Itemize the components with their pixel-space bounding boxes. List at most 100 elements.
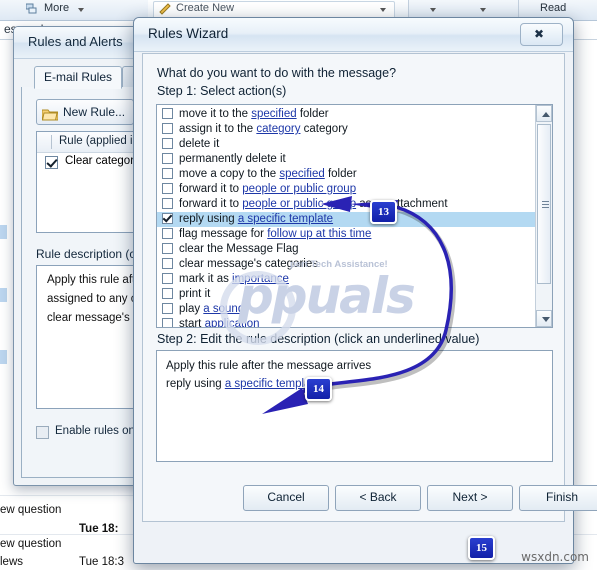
action-label: delete it [179, 137, 219, 152]
action-checkbox[interactable] [162, 123, 173, 134]
action-row[interactable]: forward it to people or public group [157, 182, 535, 197]
sidebar-tab-3[interactable] [0, 350, 7, 364]
actions-listbox[interactable]: move it to the specified folder assign it… [156, 104, 553, 328]
action-row[interactable]: reply using a specific template [157, 212, 535, 227]
rules-wizard-panel: What do you want to do with the message?… [142, 53, 597, 522]
action-link[interactable]: follow up at this time [267, 228, 371, 240]
cancel-button[interactable]: Cancel [243, 485, 329, 511]
action-link[interactable]: people or public group [242, 183, 356, 195]
close-button[interactable]: ✖ [520, 23, 563, 46]
new-rule-button[interactable]: New Rule... [36, 99, 135, 125]
action-row[interactable]: play a sound [157, 302, 535, 317]
action-label: move it to the specified folder [179, 107, 329, 122]
finish-button[interactable]: Finish [519, 485, 597, 511]
rule-checkbox[interactable] [45, 156, 58, 169]
misc-chevron-down-icon-1[interactable] [430, 8, 436, 12]
action-checkbox[interactable] [162, 108, 173, 119]
action-link[interactable]: application [205, 318, 260, 327]
mail-row[interactable]: ew question [0, 504, 61, 516]
rule-description-line: assigned to any ca [47, 293, 143, 305]
action-checkbox[interactable] [162, 243, 173, 254]
action-row[interactable]: move it to the specified folder [157, 107, 535, 122]
action-checkbox[interactable] [162, 228, 173, 239]
create-new-chevron-down-icon[interactable] [380, 8, 386, 12]
misc-chevron-down-icon-2[interactable] [480, 8, 486, 12]
sidebar-tab-1[interactable] [0, 225, 7, 239]
action-checkbox[interactable] [162, 153, 173, 164]
action-row[interactable]: start application [157, 317, 535, 327]
action-link[interactable]: category [256, 123, 300, 135]
rule-description-line: Apply this rule afte [47, 274, 142, 286]
mail-row[interactable]: lews [0, 556, 23, 568]
rule-description-editor[interactable]: Apply this rule after the message arrive… [156, 350, 553, 462]
scroll-down-button[interactable] [536, 310, 552, 327]
mail-row-time: Tue 18:3 [79, 556, 124, 568]
action-checkbox[interactable] [162, 303, 173, 314]
rules-wizard-dialog[interactable]: Rules Wizard ✖ What do you want to do wi… [133, 17, 597, 564]
action-label: forward it to people or public group as … [179, 197, 448, 212]
back-button[interactable]: < Back [335, 485, 421, 511]
action-checkbox[interactable] [162, 288, 173, 299]
annotation-badge-13: 13 [370, 200, 397, 224]
create-new-icon [159, 3, 171, 15]
action-checkbox[interactable] [162, 168, 173, 179]
action-checkbox[interactable] [162, 258, 173, 269]
action-link[interactable]: specified [279, 168, 324, 180]
next-button[interactable]: Next > [427, 485, 513, 511]
action-row[interactable]: clear the Message Flag [157, 242, 535, 257]
action-label: assign it to the category category [179, 122, 348, 137]
ribbon-read-label[interactable]: Read [540, 2, 566, 14]
action-label: forward it to people or public group [179, 182, 356, 197]
action-link[interactable]: a specific template [238, 213, 333, 225]
enable-rules-option[interactable]: Enable rules on a [36, 425, 145, 439]
action-text: clear the Message Flag [179, 243, 299, 255]
folder-icon [41, 105, 59, 121]
action-checkbox[interactable] [162, 213, 173, 224]
mail-row[interactable]: ew question [0, 538, 61, 550]
action-link[interactable]: specified [251, 108, 296, 120]
action-link[interactable]: a sound [203, 303, 244, 315]
action-checkbox[interactable] [162, 198, 173, 209]
action-text: category [300, 123, 348, 135]
rules-and-alerts-title: Rules and Alerts [28, 34, 123, 49]
action-checkbox[interactable] [162, 138, 173, 149]
ribbon-more-label[interactable]: More [44, 2, 69, 14]
close-icon: ✖ [534, 27, 545, 41]
action-link[interactable]: people or public group [242, 198, 356, 210]
scroll-up-button[interactable] [536, 105, 552, 122]
action-checkbox[interactable] [162, 273, 173, 284]
triangle-down-icon [542, 317, 550, 322]
action-row[interactable]: permanently delete it [157, 152, 535, 167]
action-row[interactable]: forward it to people or public group as … [157, 197, 535, 212]
more-icon [25, 3, 39, 15]
step1-label: Step 1: Select action(s) [157, 84, 287, 98]
action-text: folder [296, 108, 329, 120]
enable-rules-checkbox[interactable] [36, 426, 49, 439]
action-row[interactable]: mark it as importance [157, 272, 535, 287]
action-row[interactable]: delete it [157, 137, 535, 152]
action-checkbox[interactable] [162, 318, 173, 327]
wizard-question: What do you want to do with the message? [157, 66, 397, 80]
tab-email-rules[interactable]: E-mail Rules [34, 66, 123, 89]
action-row[interactable]: flag message for follow up at this time [157, 227, 535, 242]
action-text: print it [179, 288, 211, 300]
chevron-down-icon[interactable] [78, 8, 84, 12]
sidebar-tab-2[interactable] [0, 288, 7, 302]
rule-description-line: clear message's ca [47, 312, 146, 324]
action-row[interactable]: assign it to the category category [157, 122, 535, 137]
grip-icon [542, 201, 549, 208]
scrollbar-thumb[interactable] [537, 124, 551, 284]
action-checkbox[interactable] [162, 183, 173, 194]
action-text: play [179, 303, 204, 315]
ribbon-create-new-label[interactable]: Create New [176, 2, 234, 14]
action-row[interactable]: clear message's categories [157, 257, 535, 272]
rules-list-header-label: Rule (applied in [59, 135, 139, 147]
action-text: folder [324, 168, 357, 180]
actions-scrollbar[interactable] [535, 105, 552, 327]
action-link[interactable]: importance [232, 273, 289, 285]
action-row[interactable]: print it [157, 287, 535, 302]
annotation-badge-15: 15 [468, 536, 495, 560]
rule-description-line: Apply this rule after the message arrive… [166, 360, 371, 372]
action-row[interactable]: move a copy to the specified folder [157, 167, 535, 182]
annotation-badge-14: 14 [305, 377, 332, 401]
